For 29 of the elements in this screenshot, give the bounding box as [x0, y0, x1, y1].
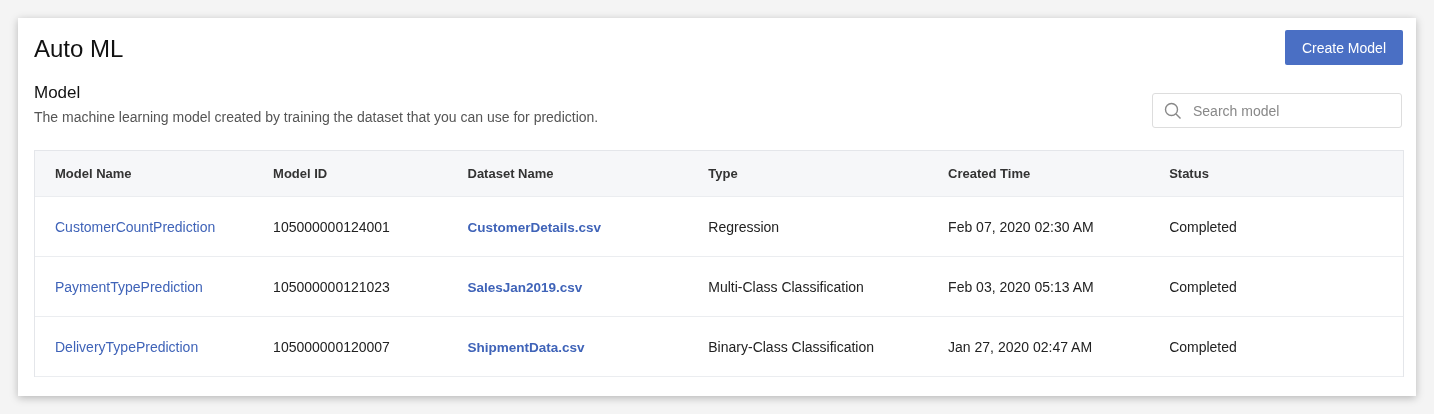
page-title: Auto ML [34, 34, 124, 63]
column-header: Status [1169, 166, 1210, 181]
table-cell: Multi-Class Classification [708, 278, 864, 295]
column-header: Created Time [948, 166, 1032, 181]
table-cell: Binary-Class Classification [708, 338, 874, 355]
table-cell: 105000000124001 [273, 218, 390, 235]
table-cell: Feb 03, 2020 05:13 AM [948, 278, 1094, 295]
create-model-button[interactable]: Create Model [1284, 30, 1403, 65]
column-header: Type [708, 166, 739, 181]
table-cell: Completed [1169, 338, 1237, 355]
table-link[interactable]: SalesJan2019.csv [467, 279, 583, 295]
table-cell: Completed [1169, 278, 1237, 295]
table-cell: Feb 07, 2020 02:30 AM [948, 218, 1094, 235]
table-link[interactable]: ShipmentData.csv [467, 339, 585, 355]
table-cell: 105000000120007 [273, 338, 390, 355]
table-link[interactable]: DeliveryTypePrediction [55, 338, 199, 355]
section-description: The machine learning model created by training the dataset that you can use for prediction. [34, 109, 599, 125]
section-title: Model [34, 83, 82, 103]
column-header: Model Name [55, 166, 133, 181]
table-cell: Jan 27, 2020 02:47 AM [948, 338, 1093, 355]
table-cell: Completed [1169, 218, 1237, 235]
table-link[interactable]: CustomerDetails.csv [467, 219, 602, 235]
table-link[interactable]: CustomerCountPrediction [55, 218, 216, 235]
search-field[interactable]: Search model [1152, 93, 1402, 128]
table-cell: Regression [708, 218, 780, 235]
table-cell: 105000000121023 [273, 278, 390, 295]
column-header: Model ID [273, 166, 329, 181]
column-header: Dataset Name [467, 166, 555, 181]
table-link[interactable]: PaymentTypePrediction [55, 278, 203, 295]
